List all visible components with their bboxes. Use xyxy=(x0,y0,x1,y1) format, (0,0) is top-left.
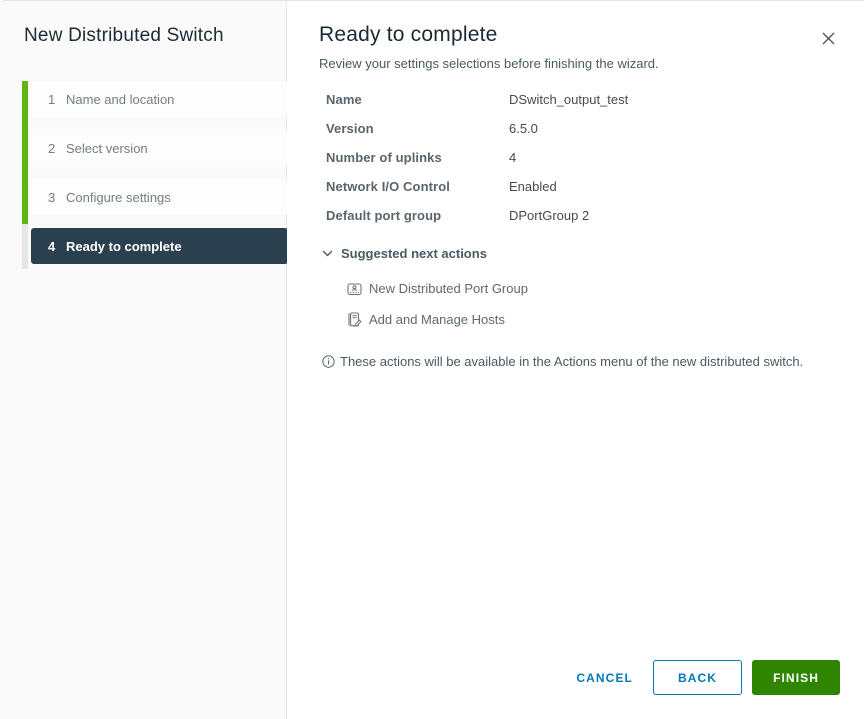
finish-button[interactable]: FINISH xyxy=(752,660,840,695)
step-name-and-location[interactable]: 1 Name and location xyxy=(31,81,287,117)
progress-rail-completed xyxy=(22,81,28,224)
action-item-label: Add and Manage Hosts xyxy=(369,312,505,327)
summary-row-nioc: Network I/O Control Enabled xyxy=(319,172,840,201)
wizard-sidebar: New Distributed Switch 1 Name and locati… xyxy=(0,1,288,719)
summary-row-uplinks: Number of uplinks 4 xyxy=(319,143,840,172)
summary-label: Number of uplinks xyxy=(326,150,442,165)
wizard-footer: CANCEL BACK FINISH xyxy=(319,660,840,695)
new-distributed-switch-wizard: New Distributed Switch 1 Name and locati… xyxy=(0,0,864,719)
wizard-title: New Distributed Switch xyxy=(24,25,224,46)
summary-value: 4 xyxy=(509,150,517,165)
summary-value: DSwitch_output_test xyxy=(509,92,629,107)
action-items: New Distributed Port Group Add and Manag… xyxy=(347,273,840,335)
summary-label: Version xyxy=(326,121,374,136)
chevron-down-icon xyxy=(322,248,333,259)
actions-availability-note: These actions will be available in the A… xyxy=(319,353,827,370)
back-button[interactable]: BACK xyxy=(652,660,743,695)
step-label: Name and location xyxy=(66,91,175,107)
step-configure-settings[interactable]: 3 Configure settings xyxy=(31,179,287,215)
summary-value: DPortGroup 2 xyxy=(509,208,590,223)
step-number: 4 xyxy=(48,238,56,254)
suggested-actions-header: Suggested next actions xyxy=(341,246,487,261)
summary-label: Default port group xyxy=(326,208,442,223)
port-group-icon xyxy=(347,282,362,296)
step-label: Configure settings xyxy=(66,189,171,205)
summary-row-port-group: Default port group DPortGroup 2 xyxy=(319,201,840,230)
info-icon xyxy=(322,355,335,368)
wizard-steps: 1 Name and location 2 Select version 3 C… xyxy=(31,81,288,277)
progress-rail-current xyxy=(22,224,28,269)
note-text: These actions will be available in the A… xyxy=(340,354,804,369)
panel-header: Ready to complete Review your settings s… xyxy=(319,23,840,71)
action-new-distributed-port-group[interactable]: New Distributed Port Group xyxy=(347,273,840,304)
suggested-next-actions-section: Suggested next actions New Distributed P… xyxy=(319,246,840,335)
step-label: Select version xyxy=(66,140,148,156)
step-label: Ready to complete xyxy=(66,238,182,254)
step-ready-to-complete[interactable]: 4 Ready to complete xyxy=(31,228,288,264)
close-icon[interactable] xyxy=(818,28,838,48)
page-title: Ready to complete xyxy=(319,23,498,46)
step-number: 3 xyxy=(48,189,56,205)
step-number: 2 xyxy=(48,140,56,156)
page-subtitle: Review your settings selections before f… xyxy=(319,56,659,71)
action-add-and-manage-hosts[interactable]: Add and Manage Hosts xyxy=(347,304,840,335)
cancel-button[interactable]: CANCEL xyxy=(564,661,645,695)
step-number: 1 xyxy=(48,91,56,107)
summary-row-name: Name DSwitch_output_test xyxy=(319,85,840,114)
summary-row-version: Version 6.5.0 xyxy=(319,114,840,143)
summary-label: Network I/O Control xyxy=(326,179,450,194)
summary-value: 6.5.0 xyxy=(509,121,538,136)
suggested-actions-toggle[interactable]: Suggested next actions xyxy=(319,246,840,261)
hosts-edit-icon xyxy=(347,312,362,327)
action-item-label: New Distributed Port Group xyxy=(369,281,528,296)
summary-value: Enabled xyxy=(509,179,557,194)
summary-label: Name xyxy=(326,92,362,107)
step-select-version[interactable]: 2 Select version xyxy=(31,130,287,166)
ready-to-complete-panel: Ready to complete Review your settings s… xyxy=(287,1,864,719)
settings-summary-table: Name DSwitch_output_test Version 6.5.0 N… xyxy=(319,85,840,230)
